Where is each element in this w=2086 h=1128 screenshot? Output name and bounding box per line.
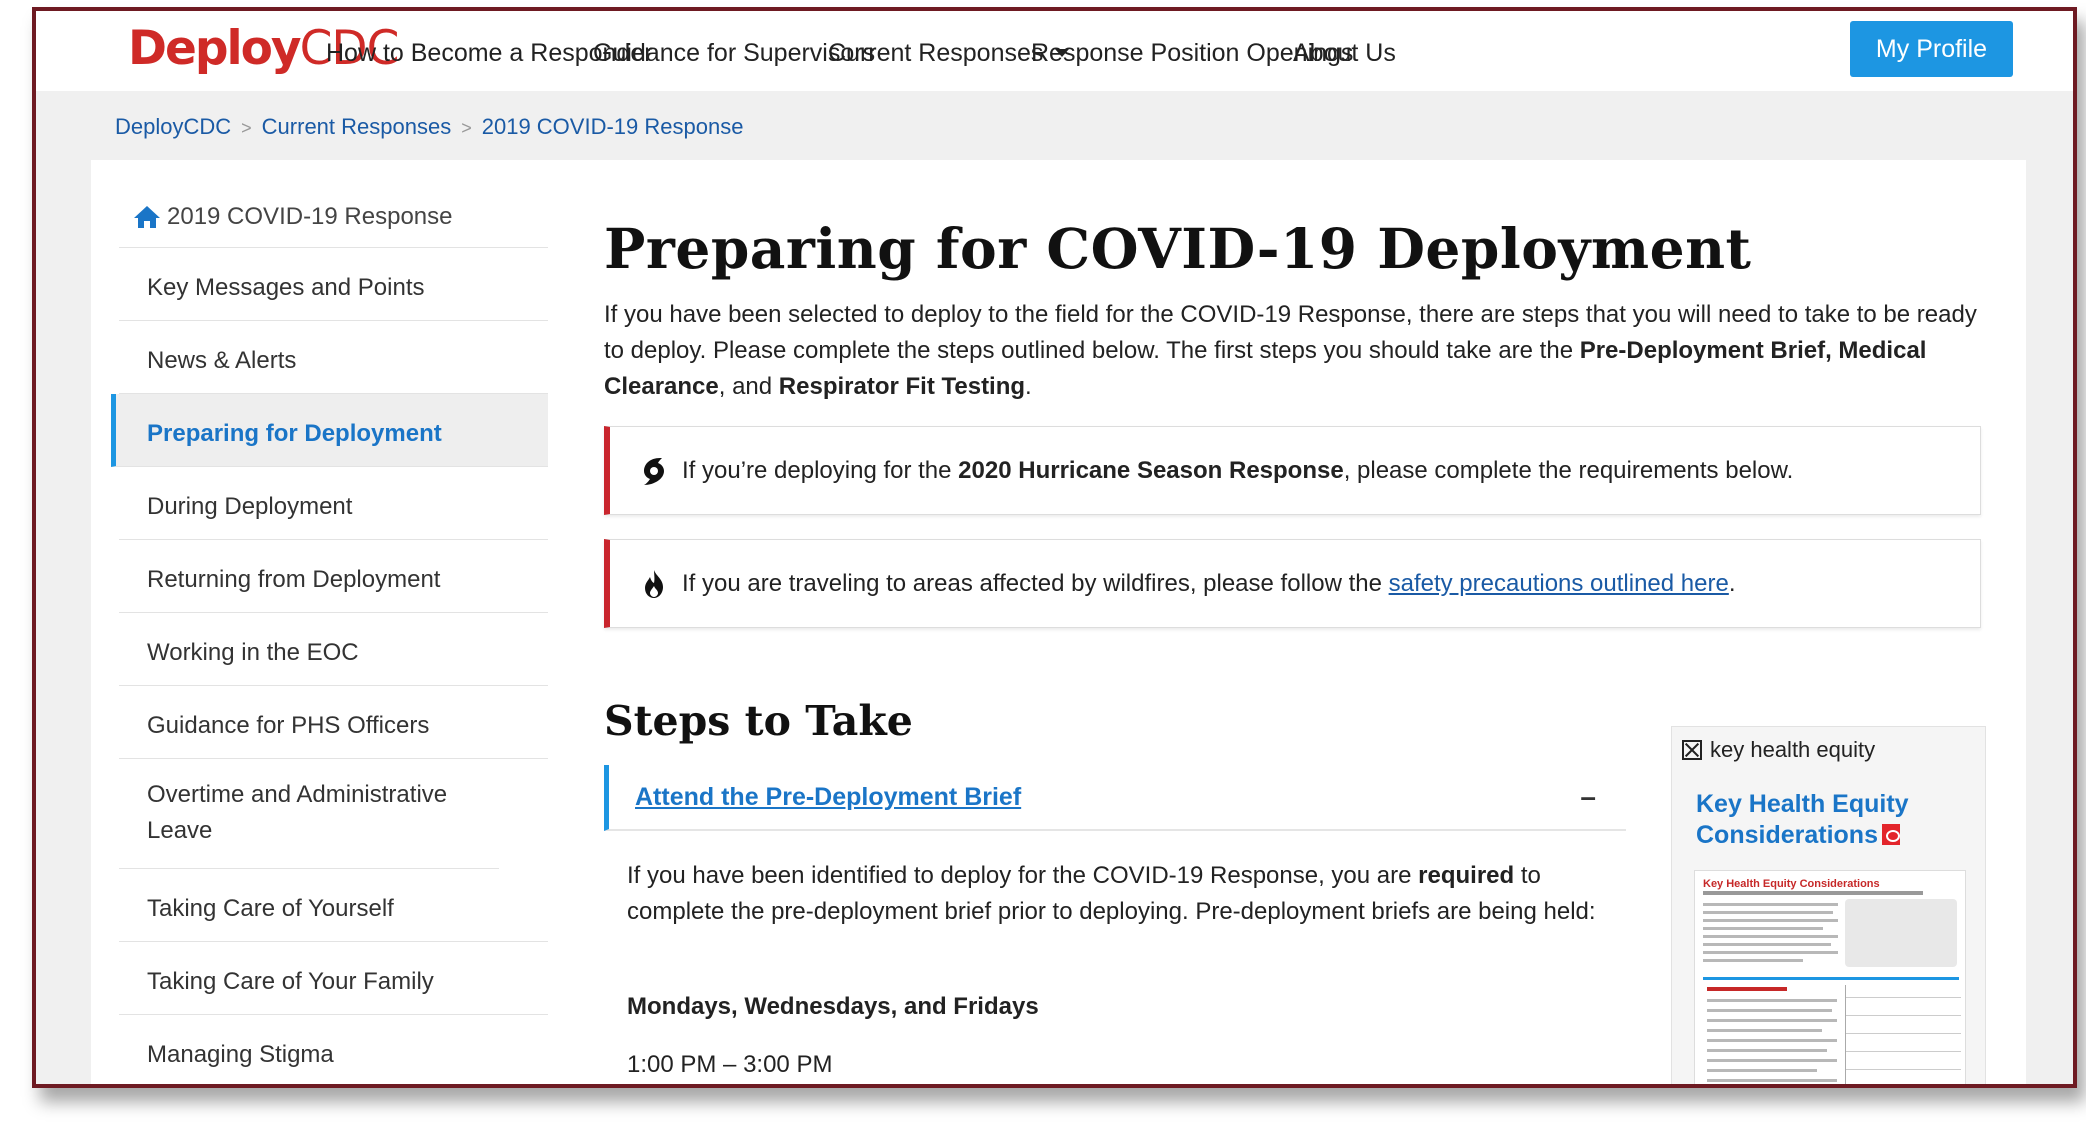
my-profile-button[interactable]: My Profile [1850, 21, 2013, 77]
collapse-toggle-icon[interactable]: – [1580, 781, 1596, 813]
broken-image-alt: key health equity [1710, 737, 1876, 762]
thumbnail-table [1845, 985, 1961, 1084]
thumbnail-text-line [1703, 911, 1833, 914]
thumbnail-text-line [1703, 959, 1803, 962]
steps-heading: Steps to Take [604, 697, 913, 745]
pdf-icon [1881, 824, 1900, 845]
health-equity-widget: key health equity Key Health Equity Cons… [1671, 726, 1986, 1084]
nav-current-responses-label: Current Responses [828, 39, 1044, 67]
thumbnail-text-line [1703, 891, 1923, 895]
breadcrumb-separator: > [461, 118, 472, 138]
thumbnail-text-line [1707, 1079, 1837, 1082]
sidebar-item-during-deployment[interactable]: During Deployment [119, 467, 548, 540]
intro-paragraph: If you have been selected to deploy to t… [604, 301, 1977, 400]
accordion-body-text: If you have been identified to deploy fo… [627, 862, 1596, 925]
sidebar-item-preparing-deployment[interactable]: Preparing for Deployment [111, 394, 548, 467]
brief-days: Mondays, Wednesdays, and Fridays [627, 993, 1039, 1020]
pre-deployment-brief-link[interactable]: Attend the Pre-Deployment Brief [635, 783, 1021, 812]
sidebar-item-phs-officers[interactable]: Guidance for PHS Officers [119, 686, 548, 759]
thumbnail-text-line [1707, 1069, 1817, 1072]
broken-image: key health equity [1682, 737, 1875, 763]
sidebar-nav: 2019 COVID-19 Response Key Messages and … [111, 186, 548, 1084]
thumbnail-title: Key Health Equity Considerations [1703, 878, 1880, 890]
sidebar-item-working-eoc[interactable]: Working in the EOC [119, 613, 548, 686]
sidebar-item-taking-care-family[interactable]: Taking Care of Your Family [119, 942, 548, 1015]
thumbnail-text-line [1703, 919, 1838, 922]
thumbnail-text-line [1707, 1039, 1837, 1042]
hurricane-alert-text: If you’re deploying for the 2020 Hurrica… [682, 456, 1794, 484]
breadcrumb-current-responses[interactable]: Current Responses [262, 114, 452, 139]
thumbnail-text-line [1707, 999, 1837, 1002]
safety-precautions-link[interactable]: safety precautions outlined here [1389, 570, 1729, 597]
sidebar-home-label: 2019 COVID-19 Response [167, 202, 453, 230]
accordion-pre-deployment-brief[interactable]: Attend the Pre-Deployment Brief – [604, 765, 1626, 831]
brief-time: 1:00 PM – 3:00 PM [627, 1051, 833, 1078]
thumbnail-text-line [1703, 935, 1838, 938]
sidebar-item-key-messages[interactable]: Key Messages and Points [119, 248, 548, 321]
sidebar-home-link[interactable]: 2019 COVID-19 Response [119, 186, 548, 248]
thumbnail-text-line [1707, 1059, 1837, 1062]
breadcrumb-deploycdc[interactable]: DeployCDC [115, 114, 231, 139]
sidebar-item-taking-care-yourself[interactable]: Taking Care of Yourself [119, 869, 548, 942]
sidebar-item-overtime-leave[interactable]: Overtime and Administrative Leave [119, 759, 499, 869]
thumbnail-callout-box [1845, 899, 1957, 967]
thumbnail-text-line [1707, 1049, 1827, 1052]
thumbnail-section-heading [1707, 987, 1787, 991]
sidebar-item-returning-deployment[interactable]: Returning from Deployment [119, 540, 548, 613]
thumbnail-text-line [1703, 951, 1838, 954]
thumbnail-text-line [1703, 903, 1838, 906]
breadcrumb: DeployCDC > Current Responses >2019 COVID-1… [115, 114, 743, 140]
health-equity-link[interactable]: Key Health Equity Considerations [1696, 789, 1966, 851]
hurricane-icon [644, 457, 664, 485]
breadcrumb-covid-response[interactable]: 2019 COVID-19 Response [482, 114, 744, 139]
thumbnail-text-line [1707, 1019, 1837, 1022]
page-title: Preparing for COVID-19 Deployment [604, 216, 1752, 281]
wildfire-alert: If you are traveling to areas affected b… [604, 539, 1981, 628]
broken-image-icon [1682, 740, 1702, 760]
wildfire-alert-text: If you are traveling to areas affected b… [682, 569, 1736, 597]
browser-frame: DeployCDC How to Become a Responder Guid… [32, 7, 2077, 1088]
thumbnail-text-line [1707, 1009, 1832, 1012]
thumbnail-text-line [1707, 1029, 1822, 1032]
sidebar-item-managing-stigma[interactable]: Managing Stigma [119, 1015, 548, 1084]
fire-icon [645, 569, 663, 598]
thumbnail-text-line [1703, 927, 1823, 930]
document-thumbnail[interactable]: Key Health Equity Considerations [1694, 870, 1966, 1084]
breadcrumb-separator: > [241, 118, 252, 138]
hurricane-alert: If you’re deploying for the 2020 Hurrica… [604, 426, 1981, 515]
content-card: 2019 COVID-19 Response Key Messages and … [91, 160, 2026, 1084]
nav-about-us[interactable]: About Us [1293, 39, 1396, 68]
home-icon [134, 205, 160, 228]
sidebar-item-news-alerts[interactable]: News & Alerts [119, 321, 548, 394]
thumbnail-divider [1703, 977, 1959, 980]
top-navigation: DeployCDC How to Become a Responder Guid… [36, 11, 2073, 91]
thumbnail-text-line [1703, 943, 1831, 946]
